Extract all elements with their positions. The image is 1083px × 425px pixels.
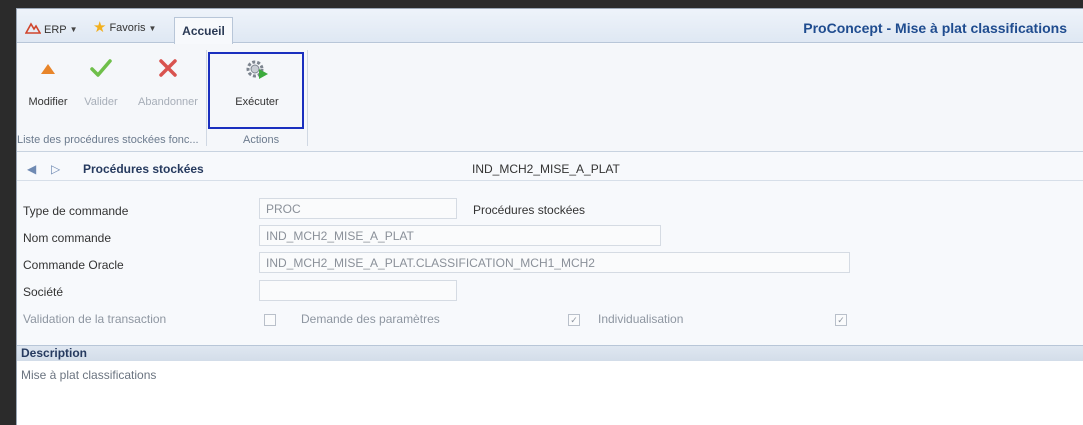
app-window: ERP ▼ ★ Favoris ▼ Accueil ProConcept - M… [16, 8, 1083, 425]
title-bar: ERP ▼ ★ Favoris ▼ Accueil ProConcept - M… [17, 9, 1083, 44]
arrow-left-icon[interactable]: ◀ [27, 162, 36, 176]
selection-highlight [208, 52, 304, 129]
type-commande-label: Type de commande [23, 204, 129, 218]
ribbon: Modifier Valider Abandonner Exécuter Lis… [17, 44, 1083, 152]
chevron-down-icon: ▼ [69, 25, 78, 34]
section-title: Procédures stockées [83, 162, 204, 176]
valider-label: Valider [84, 96, 118, 108]
tab-accueil[interactable]: Accueil [174, 17, 233, 44]
modifier-button[interactable]: Modifier [17, 44, 79, 130]
x-icon [158, 58, 178, 83]
checkmark-icon [90, 58, 112, 83]
app-title: ProConcept - Mise à plat classifications [803, 20, 1067, 36]
record-name: IND_MCH2_MISE_A_PLAT [472, 162, 620, 176]
valider-button[interactable]: Valider [73, 44, 129, 130]
description-textarea[interactable]: Mise à plat classifications [17, 361, 1083, 425]
demande-parametres-checkbox[interactable]: ✓ [568, 314, 580, 326]
type-commande-description: Procédures stockées [473, 203, 586, 217]
nom-commande-label: Nom commande [23, 231, 112, 245]
modifier-label: Modifier [28, 96, 68, 108]
ribbon-group-divider [307, 50, 308, 146]
ribbon-group-label-actions: Actions [243, 134, 280, 146]
description-header: Description [17, 345, 1083, 361]
individualisation-checkbox[interactable]: ✓ [835, 314, 847, 326]
societe-label: Société [23, 285, 64, 299]
erp-menu-label: ERP [44, 23, 67, 36]
validation-transaction-label: Validation de la transaction [23, 312, 167, 326]
nom-commande-field[interactable]: IND_MCH2_MISE_A_PLAT [259, 225, 661, 246]
societe-field[interactable] [259, 280, 457, 301]
erp-icon [24, 22, 42, 37]
ribbon-group-divider [206, 50, 207, 146]
type-commande-field[interactable]: PROC [259, 198, 457, 219]
chevron-down-icon: ▼ [148, 23, 157, 33]
commande-oracle-field[interactable]: IND_MCH2_MISE_A_PLAT.CLASSIFICATION_MCH1… [259, 252, 850, 273]
favorites-menu-label: Favoris [109, 22, 146, 34]
ribbon-group-label-list: Liste des procédures stockées fonc... [17, 134, 199, 146]
erp-menu[interactable]: ERP ▼ [24, 22, 78, 37]
validation-transaction-checkbox[interactable] [264, 314, 276, 326]
commande-oracle-label: Commande Oracle [23, 258, 124, 272]
abandonner-button[interactable]: Abandonner [135, 44, 201, 130]
abandonner-label: Abandonner [138, 96, 198, 108]
record-nav-bar: ◀ ▷ Procédures stockées IND_MCH2_MISE_A_… [17, 157, 1083, 181]
arrow-right-icon[interactable]: ▷ [51, 162, 60, 176]
favorites-menu[interactable]: ★ Favoris ▼ [93, 19, 157, 36]
individualisation-label: Individualisation [598, 312, 684, 326]
demande-parametres-label: Demande des paramètres [301, 312, 440, 326]
star-icon: ★ [93, 19, 107, 36]
triangle-icon [40, 58, 56, 80]
